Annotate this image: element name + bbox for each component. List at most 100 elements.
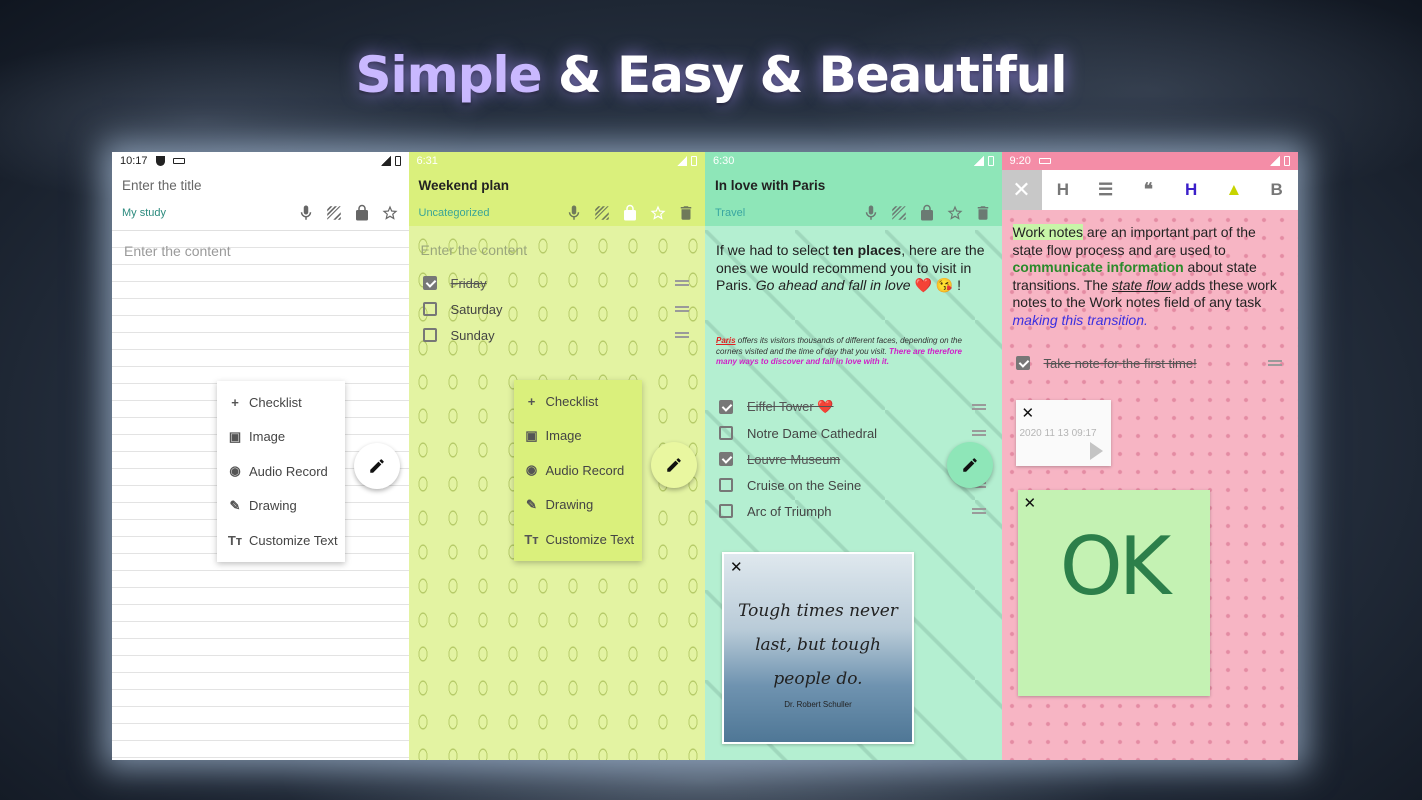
menu-drawing[interactable]: ✎ Drawing	[514, 488, 642, 523]
menu-checklist[interactable]: + Checklist	[514, 384, 642, 419]
drag-handle-icon[interactable]	[675, 332, 689, 338]
category-label[interactable]: Travel	[715, 207, 745, 219]
drag-handle-icon[interactable]	[971, 430, 986, 436]
checklist-item[interactable]: Take note for the first time!	[1015, 350, 1282, 376]
bold-button[interactable]: B	[1255, 180, 1298, 200]
close-icon[interactable]: ✕	[730, 558, 743, 576]
list-button[interactable]: ☰	[1084, 180, 1127, 200]
checklist-label: Take note for the first time!	[1043, 355, 1197, 371]
checkbox[interactable]	[719, 426, 733, 440]
mic-icon[interactable]	[565, 204, 583, 222]
checkbox[interactable]	[422, 302, 437, 316]
checklist-item[interactable]: Sunday	[422, 322, 689, 348]
drawing-card[interactable]: ✕ OK	[1017, 490, 1210, 696]
checkbox[interactable]	[422, 328, 437, 342]
status-time: 6:30	[713, 155, 735, 167]
checklist-label: Sunday	[450, 327, 495, 343]
star-icon[interactable]	[946, 204, 964, 222]
drag-handle-icon[interactable]	[971, 404, 986, 410]
checklist-item[interactable]: Louvre Museum	[719, 446, 986, 472]
trash-icon[interactable]	[974, 204, 992, 222]
content-placeholder: Enter the content	[420, 242, 528, 258]
menu-image[interactable]: ▣ Image	[217, 420, 345, 455]
drag-handle-icon[interactable]	[1268, 360, 1282, 366]
menu-checklist[interactable]: + Checklist	[217, 385, 345, 420]
phone-paris-note: 6:30 In love with Paris Travel If we had…	[705, 152, 1002, 760]
checklist-label: Cruise on the Seine	[747, 477, 862, 493]
quote-button[interactable]: ❝	[1127, 180, 1170, 200]
menu-image[interactable]: ▣ Image	[514, 419, 642, 454]
close-icon[interactable]: ✕	[1024, 494, 1037, 512]
mic-icon[interactable]	[862, 204, 880, 222]
checklist-label: Saturday	[450, 301, 503, 317]
pencil-icon	[666, 458, 681, 472]
lock-icon[interactable]	[918, 204, 936, 222]
text-size-icon: Tт	[227, 532, 243, 548]
content-placeholder: Enter the content	[124, 243, 231, 259]
checklist-label: Arc of Triumph	[747, 503, 832, 519]
play-icon[interactable]	[1089, 442, 1103, 460]
quote-line: Tough times never	[738, 601, 898, 621]
close-icon[interactable]: ✕	[1022, 404, 1035, 422]
menu-drawing[interactable]: ✎ Drawing	[217, 489, 345, 524]
content-area[interactable]: Enter the content + Checklist ▣ Image ◉ Aud…	[112, 230, 409, 760]
checklist-item[interactable]: Eiffel Tower ❤️	[719, 394, 986, 420]
note-title[interactable]: Weekend plan	[408, 170, 705, 200]
texture-icon[interactable]	[593, 204, 611, 222]
star-icon[interactable]	[649, 204, 667, 222]
lock-icon[interactable]	[621, 204, 639, 222]
keyboard-icon	[1038, 158, 1051, 164]
quote-image[interactable]: ✕ Tough times never last, but tough peop…	[722, 552, 914, 744]
checklist-item[interactable]: Notre Dame Cathedral	[719, 420, 986, 446]
checkbox-checked[interactable]	[719, 400, 733, 414]
menu-audio-record[interactable]: ◉ Audio Record	[514, 453, 642, 488]
star-icon[interactable]	[381, 204, 399, 222]
checklist-item[interactable]: Cruise on the Seine	[719, 472, 986, 498]
drag-handle-icon[interactable]	[675, 306, 689, 312]
heading-button[interactable]: H	[1042, 180, 1085, 200]
checkbox-checked[interactable]	[1015, 356, 1030, 370]
checkbox[interactable]	[719, 504, 733, 518]
drag-handle-icon[interactable]	[675, 280, 689, 286]
checklist-item[interactable]: Saturday	[422, 296, 689, 322]
content-area[interactable]: If we had to select ten places, here are…	[705, 230, 1002, 760]
menu-label: Drawing	[249, 498, 297, 514]
close-format-button[interactable]: ✕	[1001, 170, 1042, 210]
checkbox-checked[interactable]	[422, 276, 437, 290]
signal-icon	[380, 156, 391, 166]
category-label[interactable]: Uncategorized	[419, 207, 490, 219]
edit-fab[interactable]	[650, 442, 697, 488]
status-bar: 9:20	[1001, 152, 1298, 170]
note-title[interactable]: In love with Paris	[705, 170, 1002, 200]
highlight-heading-button[interactable]: H	[1170, 180, 1213, 200]
trash-icon[interactable]	[677, 204, 695, 222]
menu-audio-record[interactable]: ◉ Audio Record	[217, 454, 345, 489]
content-area[interactable]: Enter the content Friday Saturday Sunday…	[408, 230, 705, 760]
checklist-item[interactable]: Arc of Triumph	[719, 498, 986, 524]
checkbox-checked[interactable]	[719, 452, 733, 466]
checklist-item[interactable]: Friday	[422, 270, 689, 296]
mic-icon[interactable]	[297, 204, 315, 222]
menu-customize-text[interactable]: Tт Customize Text	[217, 523, 345, 558]
quote-text: Tough times never last, but tough people…	[724, 594, 912, 696]
checkbox[interactable]	[719, 478, 733, 492]
keyboard-icon	[172, 158, 185, 164]
edit-fab[interactable]	[947, 442, 993, 488]
title-input[interactable]: Enter the title	[112, 170, 409, 200]
headline-accent: Simple	[355, 46, 542, 104]
content-area[interactable]: Work notes are an important part of the …	[1001, 210, 1298, 760]
status-bar: 6:30	[705, 152, 1002, 170]
texture-icon[interactable]	[325, 204, 343, 222]
category-label[interactable]: My study	[122, 207, 166, 219]
lock-icon[interactable]	[353, 204, 371, 222]
menu-customize-text[interactable]: Tт Customize Text	[514, 522, 642, 557]
quote-line: last, but tough	[755, 635, 881, 655]
texture-icon[interactable]	[890, 204, 908, 222]
edit-fab[interactable]	[354, 443, 400, 489]
audio-card[interactable]: ✕ 2020 11 13 09:17	[1015, 400, 1111, 466]
signal-icon	[677, 156, 687, 166]
status-bar: 10:17	[112, 152, 409, 170]
fill-color-button[interactable]: ▲	[1213, 180, 1256, 200]
text-red: Paris	[716, 336, 736, 345]
drag-handle-icon[interactable]	[971, 508, 986, 514]
